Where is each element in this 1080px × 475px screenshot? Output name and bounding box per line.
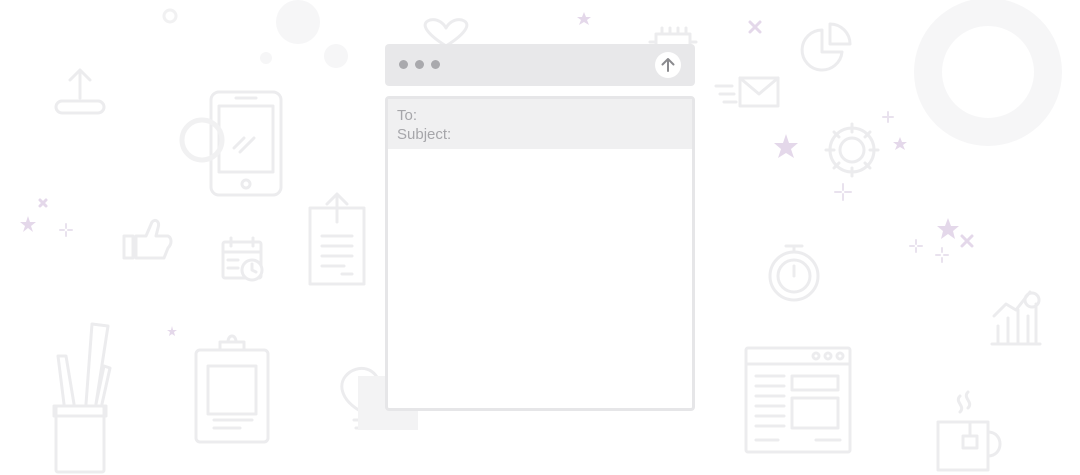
decor-circles bbox=[162, 0, 348, 68]
send-button[interactable] bbox=[655, 52, 681, 78]
to-row: To: bbox=[397, 106, 622, 124]
subject-input[interactable] bbox=[451, 125, 656, 143]
message-body-input[interactable] bbox=[388, 149, 692, 408]
pencil-cup-icon bbox=[52, 322, 112, 474]
arrow-up-icon bbox=[661, 58, 675, 72]
compose-header-fields: To: Subject: bbox=[388, 99, 692, 149]
ring-decoration bbox=[914, 0, 1062, 146]
browser-layout-icon bbox=[744, 346, 852, 454]
upload-tray-icon bbox=[54, 68, 106, 115]
stopwatch-icon bbox=[768, 244, 820, 302]
coffee-cup-icon bbox=[936, 390, 1002, 472]
to-label: To: bbox=[397, 106, 418, 124]
heart-icon bbox=[423, 18, 469, 48]
thumbs-up-icon bbox=[122, 218, 173, 260]
gear-icon bbox=[824, 122, 880, 178]
document-upload-icon bbox=[308, 192, 366, 286]
growth-chart-icon bbox=[990, 290, 1042, 346]
compose-window: To: Subject: bbox=[385, 44, 695, 411]
window-dot[interactable] bbox=[399, 60, 408, 69]
calendar-clock-icon bbox=[221, 236, 264, 282]
subject-row: Subject: bbox=[397, 125, 656, 143]
window-controls bbox=[399, 60, 447, 69]
compose-titlebar bbox=[385, 44, 695, 86]
email-fast-icon bbox=[714, 76, 780, 108]
ring-decoration bbox=[179, 117, 225, 163]
clipboard-icon bbox=[194, 334, 270, 444]
window-dot[interactable] bbox=[431, 60, 440, 69]
to-input[interactable] bbox=[417, 106, 622, 124]
compose-body: To: Subject: bbox=[385, 96, 695, 411]
subject-label: Subject: bbox=[397, 125, 452, 143]
pie-chart-icon bbox=[800, 22, 852, 72]
window-dot[interactable] bbox=[415, 60, 424, 69]
